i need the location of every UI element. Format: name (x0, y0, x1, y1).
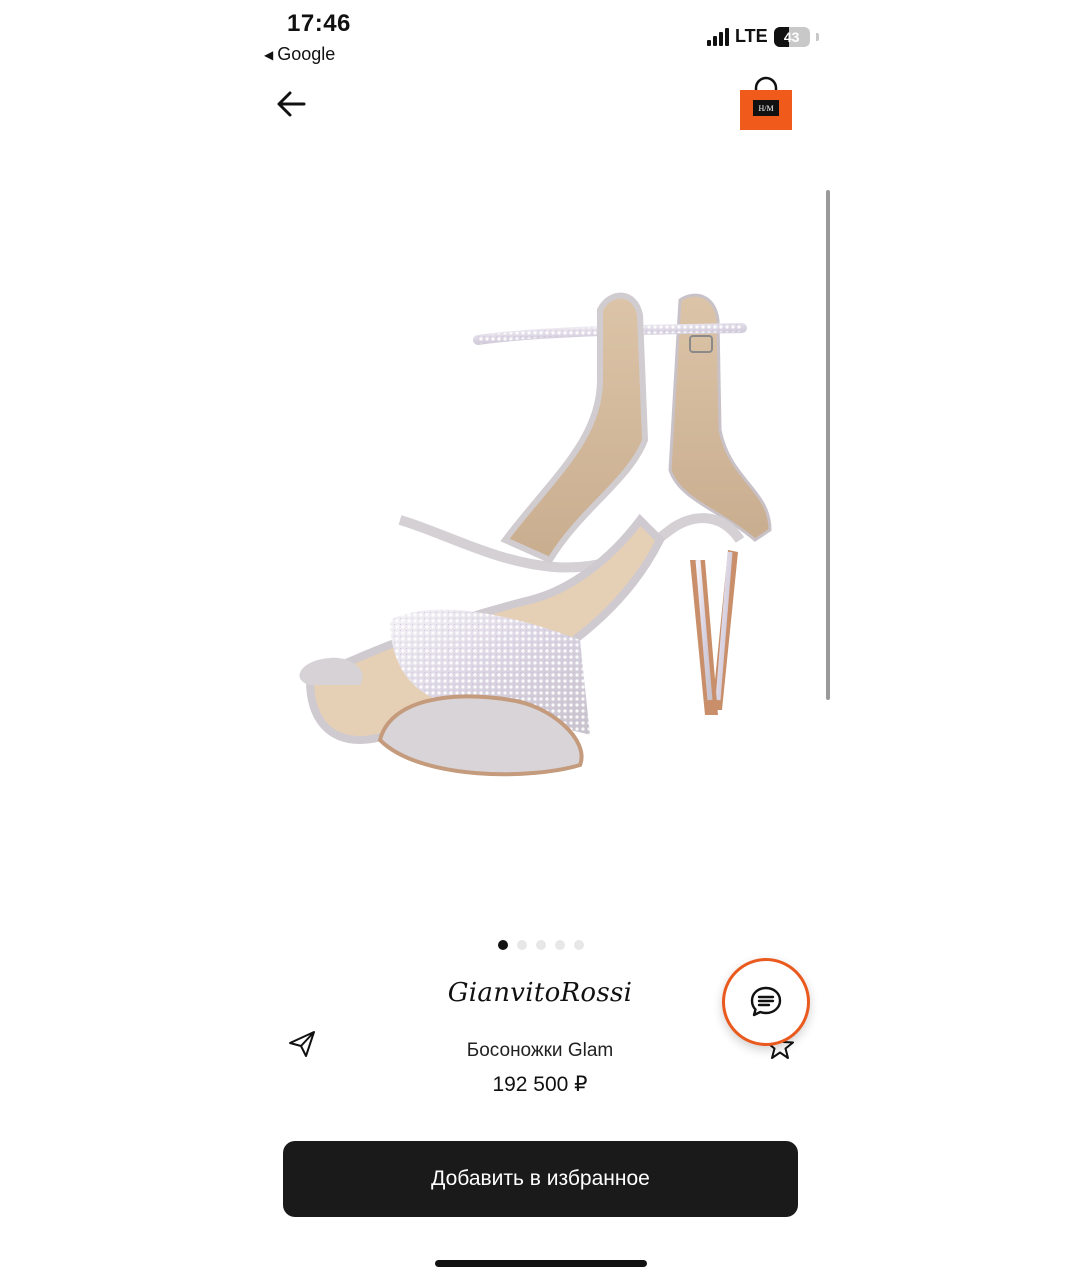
status-back-app: Google (277, 44, 336, 64)
product-price: 192 500 ₽ (492, 1073, 588, 1096)
gallery-scrollbar[interactable] (826, 190, 830, 700)
gallery-pagination[interactable] (498, 940, 584, 950)
product-image[interactable] (250, 180, 830, 920)
share-button[interactable] (286, 1028, 318, 1060)
battery-percent: 43 (783, 28, 800, 45)
product-title: Босоножки Glam (466, 1040, 614, 1061)
gallery-dot[interactable] (498, 940, 508, 950)
network-type: LTE (735, 26, 768, 46)
add-to-favorites-button[interactable]: Добавить в избранное (283, 1141, 798, 1217)
battery-tip (815, 32, 819, 41)
battery-icon: 43 (773, 26, 810, 47)
home-indicator[interactable] (435, 1260, 647, 1267)
back-button[interactable] (274, 86, 310, 122)
status-indicators: LTE 43 (707, 26, 819, 47)
chat-button[interactable] (722, 958, 810, 1046)
gallery-dot[interactable] (574, 940, 584, 950)
shopping-bag-icon: H/M (740, 76, 792, 130)
chat-icon (750, 986, 782, 1017)
gallery-dot[interactable] (555, 940, 565, 950)
status-back-link[interactable]: ◀ Google (264, 44, 335, 65)
signal-icon (707, 27, 729, 46)
gallery-dot[interactable] (536, 940, 546, 950)
status-time: 17:46 (287, 10, 351, 37)
send-icon (289, 1031, 315, 1057)
arrow-left-icon (277, 91, 306, 117)
sandal-illustration (299, 292, 772, 777)
brand-name: GianvitoRossi (447, 978, 633, 1008)
shop-logo-text: H/M (758, 104, 773, 113)
shop-button[interactable]: H/M (738, 76, 794, 132)
gallery-dot[interactable] (517, 940, 527, 950)
back-triangle-icon: ◀ (264, 47, 274, 62)
